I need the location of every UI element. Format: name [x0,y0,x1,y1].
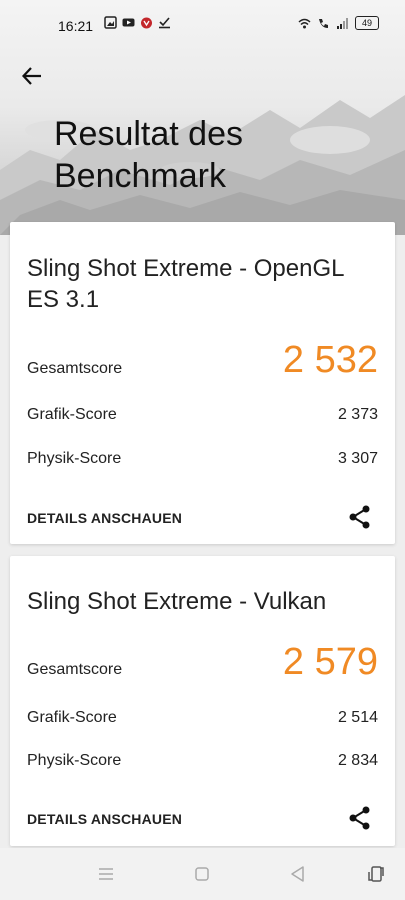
wifi-calling-icon [319,18,328,28]
total-score-value: 2 579 [282,641,378,683]
total-score-value: 2 532 [282,339,378,381]
rotate-icon [368,866,384,882]
details-button[interactable]: DETAILS ANSCHAUEN [27,811,182,827]
page-title: Resultat des Benchmark [54,113,374,197]
home-button[interactable] [192,864,212,884]
result-card-title: Sling Shot Extreme - Vulkan [27,588,327,615]
share-button[interactable] [347,805,373,831]
gallery-notification-icon [104,16,117,29]
recents-button[interactable] [96,864,116,884]
share-icon [349,505,370,529]
square-home-icon [195,867,209,881]
download-done-icon [159,17,170,29]
physics-score-value: 3 307 [337,450,378,467]
graphics-score-label: Grafik-Score [27,709,117,726]
share-button[interactable] [347,504,373,530]
signal-icon [337,17,348,29]
arrow-back-icon [21,67,41,85]
physics-score-label: Physik-Score [27,450,122,467]
status-time: 16:21 [58,18,94,34]
result-card-vulkan: Sling Shot Extreme - Vulkan Gesamtscore … [10,556,395,846]
benchmark-app-notification-icon [141,17,152,29]
physics-score-value: 2 834 [337,752,378,769]
back-nav-button[interactable] [288,864,308,884]
graphics-score-value: 2 373 [337,406,378,423]
graphics-score-value: 2 514 [337,709,378,726]
page-title-line1: Resultat des [54,115,243,153]
menu-lines-icon [99,868,113,880]
youtube-notification-icon [122,18,135,27]
page-title-line2: Benchmark [54,157,226,195]
battery-indicator: 49 [355,16,379,30]
total-score-label: Gesamtscore [27,661,123,678]
wifi-icon [298,18,311,28]
graphics-score-label: Grafik-Score [27,406,117,423]
details-button[interactable]: DETAILS ANSCHAUEN [27,510,182,526]
total-score-label: Gesamtscore [27,360,123,377]
physics-score-label: Physik-Score [27,752,122,769]
status-bar: 16:21 49 [0,0,405,52]
triangle-back-icon [291,866,304,882]
result-card-opengl: Sling Shot Extreme - OpenGL ES 3.1 Gesam… [10,222,395,544]
back-button[interactable] [18,62,46,90]
system-navigation-bar [0,848,405,900]
rotate-screen-button[interactable] [366,864,386,884]
result-card-title: Sling Shot Extreme - OpenGL ES 3.1 [27,255,344,313]
share-icon [349,806,370,830]
